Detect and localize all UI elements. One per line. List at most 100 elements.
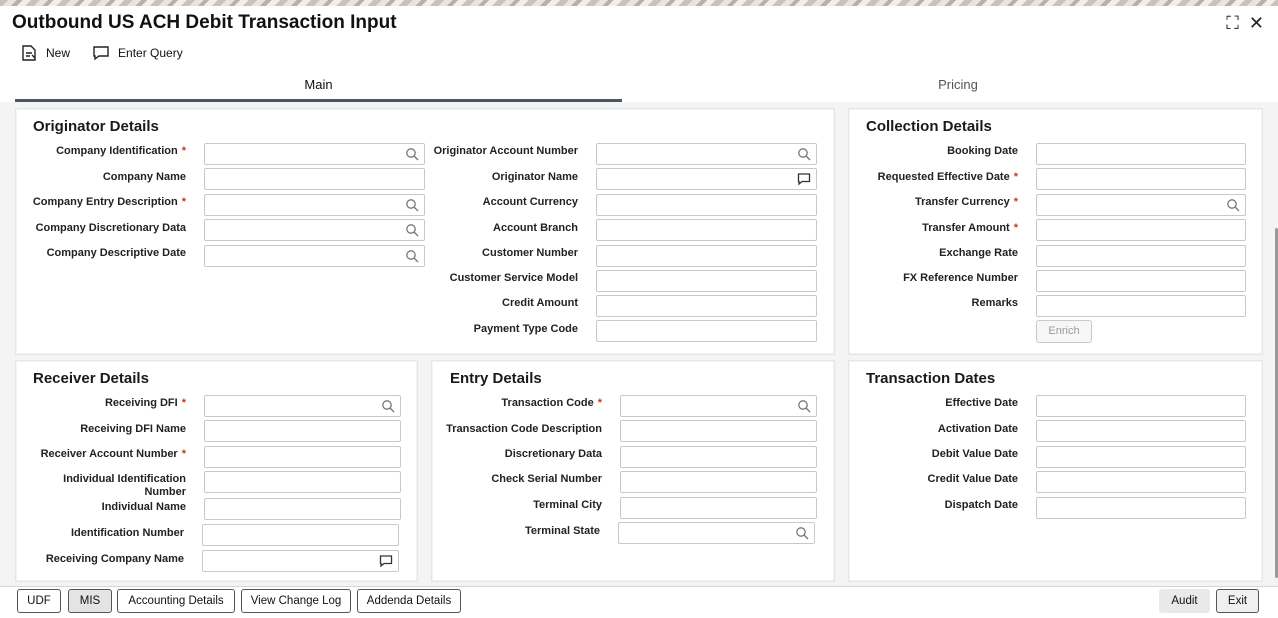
originator-name-field[interactable] [596,168,817,190]
transaction-code-description-label: Transaction Code Description [446,423,602,435]
transfer-currency-field[interactable] [1036,194,1246,216]
company-entry-description-field[interactable] [204,194,425,216]
effective-date-label: Effective Date [945,397,1018,409]
terminal-city-field[interactable] [620,497,817,519]
company-descriptive-date-field[interactable] [204,245,425,267]
credit-value-date-label: Credit Value Date [927,473,1018,485]
udf-button[interactable]: UDF [17,589,61,613]
booking-date-label: Booking Date [947,145,1018,157]
check-serial-number-field[interactable] [620,471,817,493]
check-serial-number-label: Check Serial Number [491,473,602,485]
debit-value-date-field[interactable] [1036,446,1246,468]
remarks-label: Remarks [971,297,1018,309]
originator-name-label: Originator Name [491,171,578,183]
receiving-dfi-field[interactable] [204,395,401,417]
debit-value-date-label: Debit Value Date [931,448,1018,460]
close-icon[interactable]: ✕ [1249,14,1264,32]
credit-amount-label: Credit Amount [502,297,578,309]
company-descriptive-date-label: Company Descriptive Date [46,247,186,259]
credit-amount-field[interactable] [596,295,817,317]
search-icon[interactable] [797,399,811,413]
activation-date-field[interactable] [1036,420,1246,442]
account-currency-field[interactable] [596,194,817,216]
tab-bar: Main Pricing [15,72,1265,102]
collection-details-title: Collection Details [866,118,992,135]
customer-service-model-field[interactable] [596,270,817,292]
account-branch-label: Account Branch [493,222,578,234]
search-icon[interactable] [1226,198,1240,212]
new-label: New [46,46,71,60]
transaction-code-field[interactable] [620,395,817,417]
query-comment-icon [93,46,109,61]
exit-button[interactable]: Exit [1216,589,1259,613]
fx-reference-number-label: FX Reference Number [903,272,1018,284]
receiving-company-name-field[interactable] [202,550,399,572]
accounting-details-button[interactable]: Accounting Details [117,589,235,613]
credit-value-date-field[interactable] [1036,471,1246,493]
window-controls: ⛶ ✕ [1226,14,1264,32]
enter-query-button[interactable]: Enter Query [92,44,183,62]
customer-number-field[interactable] [596,245,817,267]
transfer-amount-field[interactable] [1036,219,1246,241]
discretionary-data-label: Discretionary Data [504,448,602,460]
remarks-field[interactable] [1036,295,1246,317]
payment-type-code-field[interactable] [596,320,817,342]
top-decorative-strip [0,0,1278,6]
transaction-code-description-field[interactable] [620,420,817,442]
exchange-rate-field[interactable] [1036,245,1246,267]
discretionary-data-field[interactable] [620,446,817,468]
originator-account-number-label: Originator Account Number [433,145,578,157]
search-icon[interactable] [405,147,419,161]
search-icon[interactable] [797,147,811,161]
search-icon[interactable] [795,526,809,540]
company-discretionary-data-label: Company Discretionary Data [35,222,186,234]
transaction-code-label: Transaction Code * [501,397,602,409]
enter-query-label: Enter Query [118,46,183,60]
company-identification-field[interactable] [204,143,425,165]
identification-number-field[interactable] [202,524,399,546]
receiver-account-number-label: Receiver Account Number * [40,448,186,460]
comment-icon[interactable] [379,554,393,568]
dispatch-date-field[interactable] [1036,497,1246,519]
receiving-company-name-label: Receiving Company Name [45,553,184,565]
search-icon[interactable] [405,223,419,237]
customer-service-model-label: Customer Service Model [449,272,578,284]
addenda-details-button[interactable]: Addenda Details [357,589,461,613]
view-change-log-button[interactable]: View Change Log [241,589,351,613]
receiving-dfi-name-field[interactable] [204,420,401,442]
mis-button[interactable]: MIS [68,589,112,613]
enrich-button[interactable]: Enrich [1036,320,1092,343]
company-identification-label: Company Identification * [56,145,186,157]
booking-date-field[interactable] [1036,143,1246,165]
comment-icon[interactable] [797,172,811,186]
fx-reference-number-field[interactable] [1036,270,1246,292]
originator-account-number-field[interactable] [596,143,817,165]
payment-type-code-label: Payment Type Code [473,323,578,335]
search-icon[interactable] [381,399,395,413]
page-title: Outbound US ACH Debit Transaction Input [12,12,397,33]
new-document-icon [22,45,36,61]
audit-button[interactable]: Audit [1159,589,1210,613]
individual-name-field[interactable] [204,498,401,520]
account-branch-field[interactable] [596,219,817,241]
company-discretionary-data-field[interactable] [204,219,425,241]
requested-effective-date-field[interactable] [1036,168,1246,190]
tab-pricing[interactable]: Pricing [665,72,1251,102]
terminal-city-label: Terminal City [533,499,602,511]
new-button[interactable]: New [20,44,70,62]
company-name-field[interactable] [204,168,425,190]
individual-identification-number-label: Individual Identification Number [63,473,186,498]
effective-date-field[interactable] [1036,395,1246,417]
receiving-dfi-name-label: Receiving DFI Name [80,423,186,435]
search-icon[interactable] [405,198,419,212]
account-currency-label: Account Currency [482,196,578,208]
originator-details-title: Originator Details [33,118,159,135]
tab-main[interactable]: Main [15,72,622,102]
terminal-state-field[interactable] [618,522,815,544]
receiver-account-number-field[interactable] [204,446,401,468]
search-icon[interactable] [405,249,419,263]
identification-number-label: Identification Number [70,527,184,539]
individual-identification-number-field[interactable] [204,471,401,493]
maximize-icon[interactable]: ⛶ [1226,14,1239,32]
individual-name-label: Individual Name [101,501,186,513]
